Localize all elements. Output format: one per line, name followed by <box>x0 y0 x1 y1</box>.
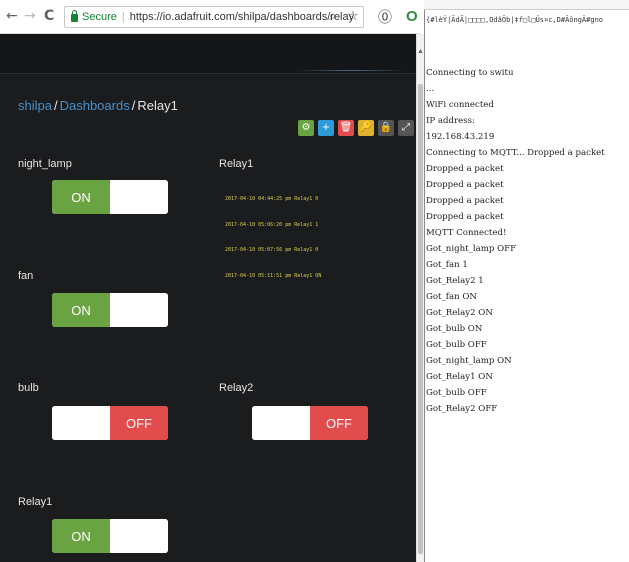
serial-line: Got_fan ON <box>426 292 477 302</box>
dashboard-header-strip <box>0 34 416 74</box>
serial-line: WiFi connected <box>426 100 494 110</box>
lock-icon <box>71 10 78 22</box>
block-title-fan: fan <box>18 270 34 282</box>
serial-monitor: {#lèŸ|ÃdÃ|□□□□,OdâÕb|‡f□l□Ûs¤c,D#ÃôngÂ#g… <box>424 0 629 562</box>
breadcrumb-separator: / <box>53 98 58 113</box>
reload-icon[interactable]: C <box>44 8 54 24</box>
serial-line: Got_bulb OFF <box>426 340 487 350</box>
omnibox-divider: | <box>121 11 125 23</box>
toggle-on-label: ON <box>52 519 110 553</box>
address-bar[interactable]: Secure | https://io.adafruit.com/shilpa/… <box>64 6 364 28</box>
stream-entry: 2017-04-10 05:11:51 pm Relay1 ON <box>225 272 322 279</box>
toggle-off-label <box>110 180 168 214</box>
serial-line: 192.168.43.219 <box>426 132 495 142</box>
serial-line: Connecting to MQTT... Dropped a packet <box>426 148 605 158</box>
forward-icon[interactable]: → <box>24 8 36 24</box>
key-button[interactable]: 🔑 <box>358 120 374 136</box>
toggle-off-label <box>110 293 168 327</box>
fan-toggle[interactable]: ON <box>52 293 168 327</box>
secure-label: Secure <box>82 11 117 23</box>
serial-line: Dropped a packet <box>426 196 504 206</box>
serial-garbage-line: {#lèŸ|ÃdÃ|□□□□,OdâÕb|‡f□l□Ûs¤c,D#ÃôngÂ#g… <box>426 16 604 24</box>
dashboard-toolbar: ⚙ + 🗑 🔑 🔒 ⤢ <box>298 120 414 140</box>
url-text[interactable]: https://io.adafruit.com/shilpa/dashboard… <box>130 11 354 23</box>
extension-icon[interactable]: ⓪ <box>378 7 392 27</box>
breadcrumb-dashboards-link[interactable]: Dashboards <box>60 98 130 113</box>
fullscreen-button[interactable]: ⤢ <box>398 120 414 136</box>
breadcrumb-current: Relay1 <box>137 98 178 113</box>
block-title-bulb: bulb <box>18 382 39 394</box>
lock-button[interactable]: 🔒 <box>378 120 394 136</box>
serial-line: IP address: <box>426 116 475 126</box>
serial-line: MQTT Connected! <box>426 228 507 238</box>
serial-line: Got_fan 1 <box>426 260 468 270</box>
serial-line: Got_Relay2 ON <box>426 308 493 318</box>
block-title-night-lamp: night_lamp <box>18 158 72 170</box>
block-title-relay1: Relay1 <box>18 496 53 508</box>
serial-line: Got_bulb ON <box>426 324 483 334</box>
app-status-icon[interactable]: O <box>406 8 420 25</box>
zoom-icon[interactable]: ⌕ <box>329 9 336 24</box>
window-divider <box>424 0 425 562</box>
add-block-button[interactable]: + <box>318 120 334 136</box>
relay1-stream-list: 2017-04-10 04:44:25 pm Relay1 0 2017-04-… <box>225 178 321 297</box>
breadcrumb: shilpa / Dashboards / Relay1 <box>18 98 178 113</box>
block-title-relay1-feed: Relay1 <box>219 158 254 170</box>
scrollbar-thumb[interactable] <box>418 84 423 554</box>
stream-entry: 2017-04-10 05:06:20 pm Relay1 1 <box>225 221 319 228</box>
bulb-toggle[interactable]: OFF <box>52 406 168 440</box>
toggle-off-label: OFF <box>310 406 368 440</box>
toggle-on-label <box>252 406 310 440</box>
serial-line: Got_bulb OFF <box>426 388 487 398</box>
serial-line: Got_Relay1 ON <box>426 372 493 382</box>
toggle-on-label <box>52 406 110 440</box>
stream-entry: 2017-04-10 04:44:25 pm Relay1 0 <box>225 196 319 202</box>
toggle-off-label <box>110 519 168 553</box>
relay1-toggle[interactable]: ON <box>52 519 168 553</box>
breadcrumb-separator: / <box>131 98 136 113</box>
serial-line: Dropped a packet <box>426 212 504 222</box>
back-icon[interactable]: ← <box>6 8 18 24</box>
page-scrollbar[interactable]: ▲ <box>416 34 424 562</box>
night-lamp-toggle[interactable]: ON <box>52 180 168 214</box>
delete-button[interactable]: 🗑 <box>338 120 354 136</box>
settings-button[interactable]: ⚙ <box>298 120 314 136</box>
serial-line: ... <box>426 84 435 94</box>
toggle-on-label: ON <box>52 180 110 214</box>
relay2-toggle[interactable]: OFF <box>252 406 368 440</box>
serial-line: Dropped a packet <box>426 164 504 174</box>
serial-line: Got_night_lamp ON <box>426 356 512 366</box>
breadcrumb-user-link[interactable]: shilpa <box>18 98 52 113</box>
toggle-off-label: OFF <box>110 406 168 440</box>
stream-entry: 2017-04-10 05:07:56 pm Relay1 0 <box>225 247 319 253</box>
bookmark-star-icon[interactable]: ☆ <box>347 9 359 24</box>
serial-line: Got_night_lamp OFF <box>426 244 517 254</box>
browser-toolbar: ← → C Secure | https://io.adafruit.com/s… <box>0 0 420 34</box>
toggle-on-label: ON <box>52 293 110 327</box>
serial-line: Connecting to switu <box>426 68 514 78</box>
dashboard-canvas: shilpa / Dashboards / Relay1 ⚙ + 🗑 🔑 🔒 ⤢ nig… <box>0 34 416 562</box>
block-title-relay2: Relay2 <box>219 382 254 394</box>
serial-line: Got_Relay2 1 <box>426 276 484 286</box>
scroll-up-icon[interactable]: ▲ <box>417 48 424 56</box>
serial-line: Got_Relay2 OFF <box>426 404 498 414</box>
serial-input-bar[interactable] <box>424 0 629 10</box>
serial-line: Dropped a packet <box>426 180 504 190</box>
